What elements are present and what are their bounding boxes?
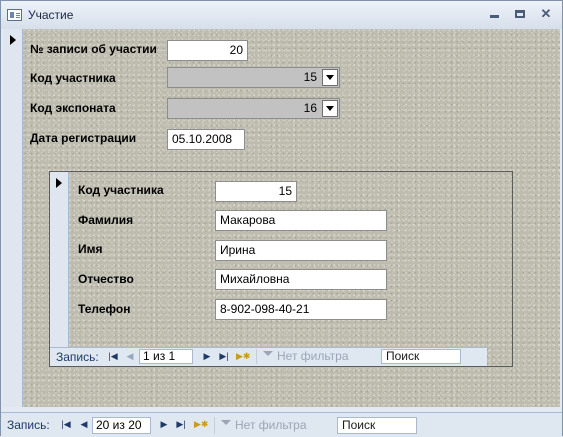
- filter-icon: [221, 420, 231, 430]
- close-button[interactable]: ✕: [533, 5, 559, 23]
- first-name-field[interactable]: Ирина: [215, 240, 387, 261]
- sub-participant-code-label: Код участника: [78, 183, 164, 197]
- new-record-icon[interactable]: ▶✱: [236, 350, 250, 363]
- sub-participant-code-field[interactable]: 15: [215, 181, 297, 202]
- first-record-icon[interactable]: |◀: [107, 350, 119, 363]
- participant-code-label: Код участника: [30, 71, 116, 85]
- chevron-down-icon[interactable]: [322, 100, 338, 117]
- surname-label: Фамилия: [78, 213, 134, 227]
- subform-navigation-bar: Запись: |◀ ◀ 1 из 1 ▶ ▶| ▶✱ Нет фильтра …: [50, 347, 487, 366]
- first-record-icon[interactable]: |◀: [60, 418, 72, 431]
- form-icon: [7, 9, 22, 21]
- next-record-icon[interactable]: ▶: [201, 350, 213, 363]
- minimize-icon: [489, 15, 499, 18]
- maximize-icon: [515, 10, 525, 18]
- chevron-down-icon[interactable]: [322, 69, 338, 86]
- subform-nav-caption: Запись:: [56, 350, 99, 364]
- close-icon: ✕: [540, 6, 552, 21]
- prev-record-icon[interactable]: ◀: [124, 350, 136, 363]
- registration-date-field[interactable]: 05.10.2008: [167, 129, 245, 150]
- participant-subform: Код участника 15 Фамилия Макарова Имя Ир…: [49, 171, 513, 367]
- current-record-icon: [10, 35, 16, 45]
- subform-record-position[interactable]: 1 из 1: [139, 349, 193, 364]
- minimize-button[interactable]: [481, 5, 507, 23]
- subform-filter-button[interactable]: Нет фильтра: [256, 349, 349, 364]
- maximize-button[interactable]: [507, 5, 533, 23]
- next-record-icon[interactable]: ▶: [158, 418, 170, 431]
- subform-record-selector[interactable]: [50, 172, 69, 366]
- first-name-label: Имя: [78, 242, 103, 256]
- main-record-position[interactable]: 20 из 20: [92, 417, 151, 434]
- participation-id-field[interactable]: 20: [167, 40, 248, 61]
- exhibit-code-value: 16: [303, 101, 317, 115]
- phone-field[interactable]: 8-902-098-40-21: [215, 299, 387, 320]
- main-navigation-bar: Запись: |◀ ◀ 20 из 20 ▶ ▶| ▶✱ Нет фильтр…: [1, 412, 562, 437]
- exhibit-code-label: Код экспоната: [30, 101, 116, 115]
- exhibit-code-combo[interactable]: 16: [167, 98, 340, 119]
- patronymic-label: Отчество: [78, 272, 134, 286]
- filter-icon: [263, 351, 273, 361]
- main-nav-caption: Запись:: [7, 418, 50, 432]
- patronymic-field[interactable]: Михайловна: [215, 269, 387, 290]
- window-title: Участие: [28, 8, 74, 22]
- phone-label: Телефон: [78, 302, 131, 316]
- title-bar: Участие ✕: [1, 1, 562, 29]
- main-filter-button[interactable]: Нет фильтра: [214, 417, 307, 434]
- form-detail: № записи об участии 20 Код участника 15 …: [23, 29, 560, 407]
- surname-field[interactable]: Макарова: [215, 210, 387, 231]
- participant-code-combo[interactable]: 15: [167, 67, 340, 88]
- subform-search-input[interactable]: Поиск: [381, 349, 461, 364]
- main-search-input[interactable]: Поиск: [337, 417, 417, 434]
- participation-id-label: № записи об участии: [30, 42, 157, 56]
- current-record-icon: [56, 178, 62, 188]
- new-record-icon[interactable]: ▶✱: [194, 418, 208, 431]
- record-selector[interactable]: [3, 29, 23, 407]
- subform-filter-label: Нет фильтра: [277, 349, 349, 363]
- prev-record-icon[interactable]: ◀: [78, 418, 90, 431]
- form-window: Участие ✕ № записи об участии 20 Код уча…: [0, 0, 563, 437]
- registration-date-label: Дата регистрации: [30, 131, 137, 145]
- last-record-icon[interactable]: ▶|: [175, 418, 187, 431]
- last-record-icon[interactable]: ▶|: [218, 350, 230, 363]
- main-filter-label: Нет фильтра: [235, 418, 307, 432]
- participant-code-value: 15: [303, 70, 317, 84]
